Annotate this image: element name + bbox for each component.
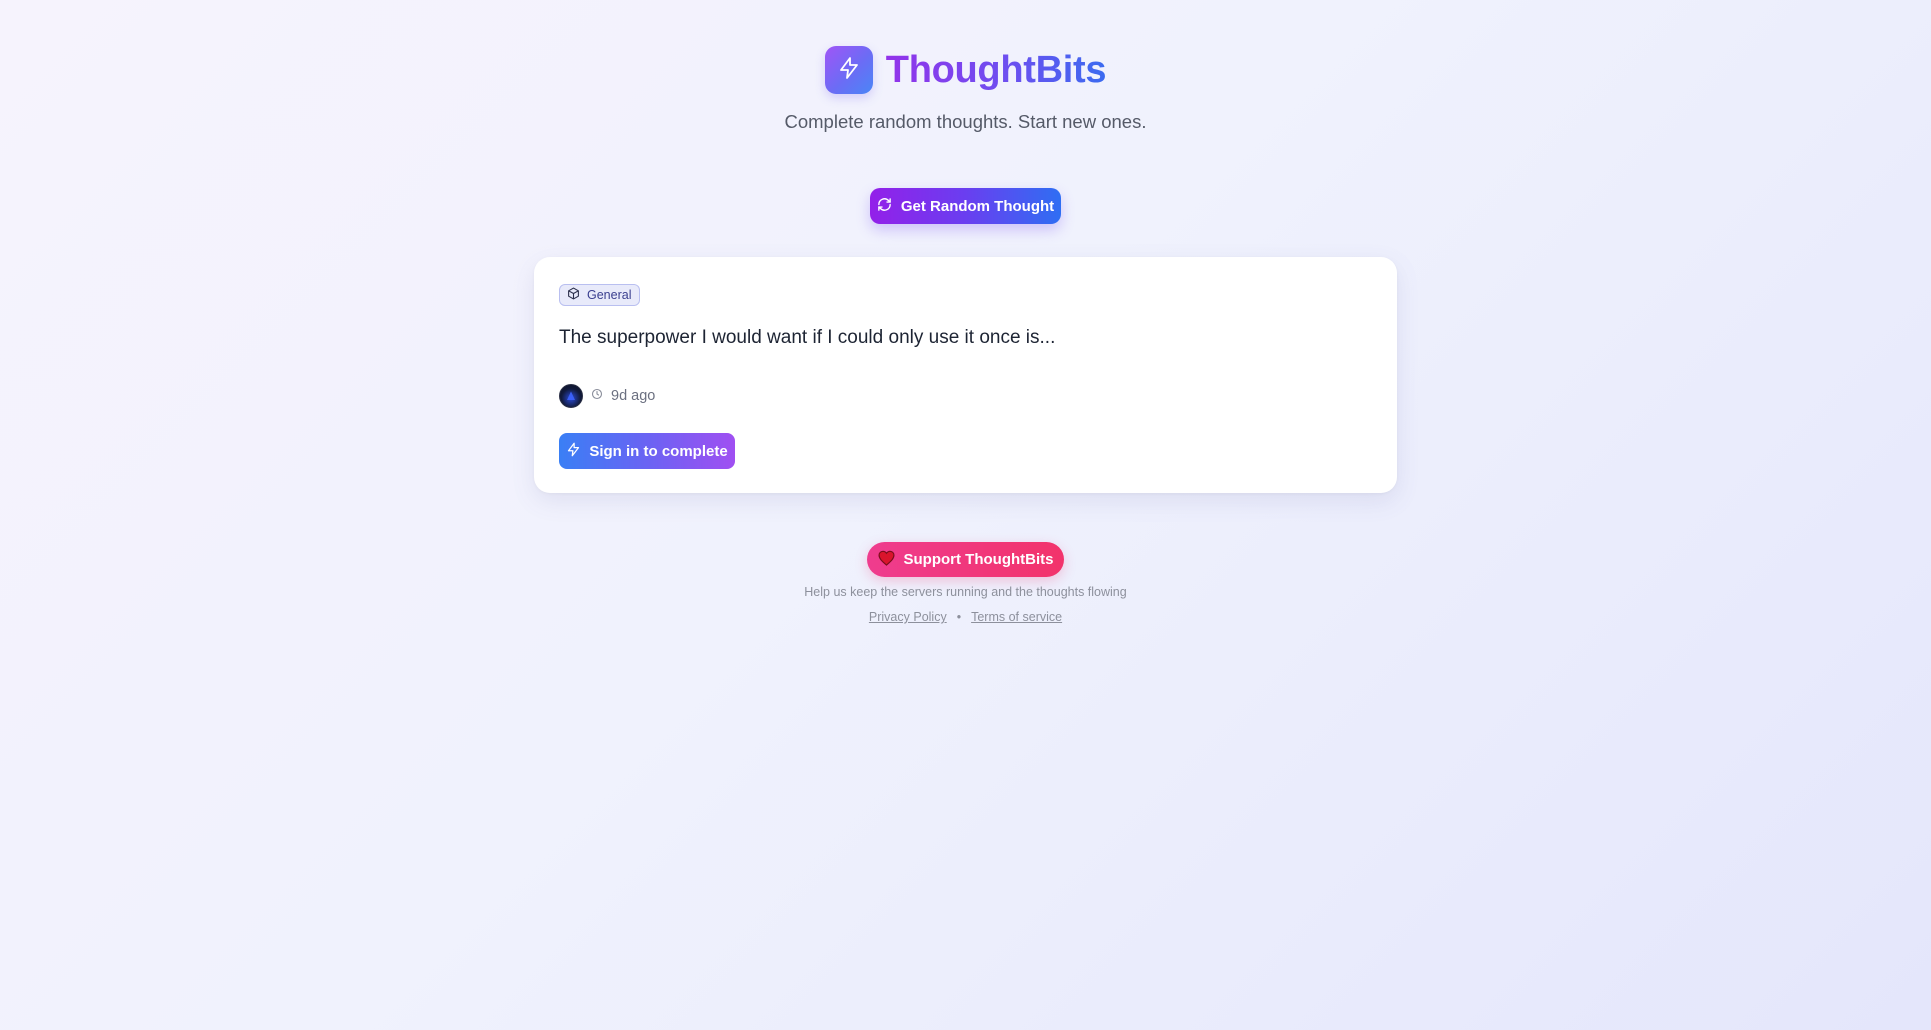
brand-logo: [824, 46, 873, 94]
cube-icon: [567, 287, 580, 303]
time-ago: 9d ago: [611, 388, 656, 404]
get-random-thought-button[interactable]: Get Random Thought: [870, 188, 1061, 224]
sign-in-to-complete-button[interactable]: Sign in to complete: [559, 433, 735, 469]
thought-prompt: The superpower I would want if I could o…: [559, 327, 1056, 348]
get-random-thought-label: Get Random Thought: [900, 197, 1055, 215]
support-label: Support ThoughtBits: [903, 551, 1054, 568]
app-title: ThoughtBits: [885, 48, 1107, 91]
footer-links: Privacy Policy • Terms of service: [0, 610, 1931, 624]
thought-card: General The superpower I would want if I…: [534, 257, 1397, 493]
tagline: Complete random thoughts. Start new ones…: [784, 111, 1147, 132]
heart-icon: [878, 550, 895, 570]
lightning-bolt-icon: [566, 442, 581, 461]
header: ThoughtBits Complete random thoughts. St…: [0, 46, 1931, 133]
sign-in-label: Sign in to complete: [589, 442, 728, 460]
lightning-bolt-icon: [837, 56, 861, 85]
avatar[interactable]: [559, 384, 583, 408]
support-button[interactable]: Support ThoughtBits: [867, 542, 1064, 577]
category-label: General: [587, 288, 632, 302]
clock-icon: [591, 388, 603, 404]
category-badge[interactable]: General: [559, 284, 641, 306]
brand: ThoughtBits: [824, 46, 1107, 94]
privacy-policy-link[interactable]: Privacy Policy: [869, 610, 947, 624]
thought-meta: 9d ago: [559, 384, 655, 408]
refresh-icon: [877, 197, 892, 216]
support-help-text: Help us keep the servers running and the…: [804, 585, 1127, 599]
link-separator: •: [956, 610, 962, 624]
terms-of-service-link[interactable]: Terms of service: [971, 610, 1062, 624]
